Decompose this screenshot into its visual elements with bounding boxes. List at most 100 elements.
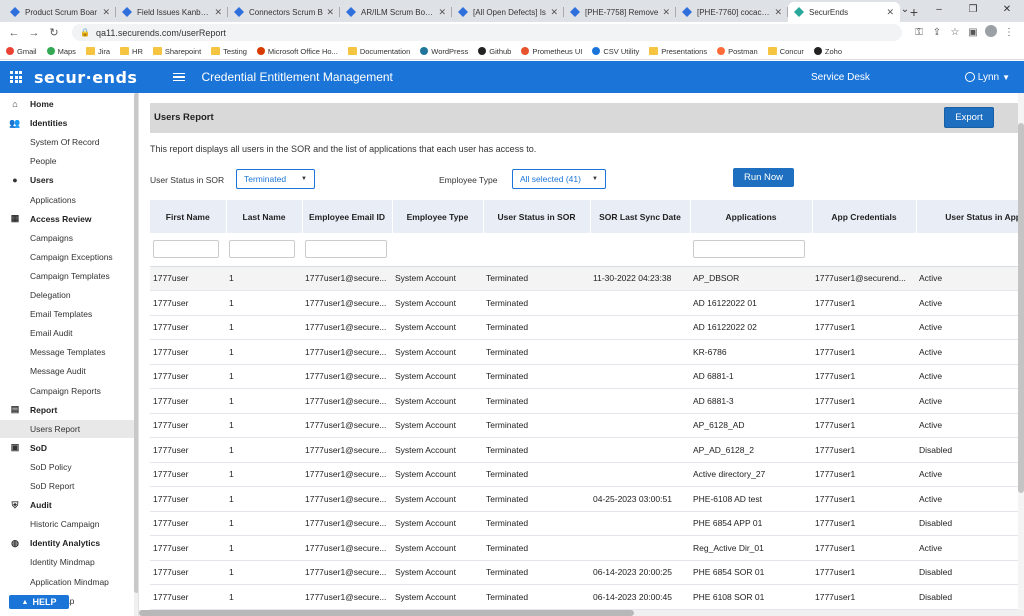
back-icon[interactable]: ←: [6, 27, 22, 39]
column-header[interactable]: First Name: [150, 200, 227, 233]
sidebar-item-email-templates[interactable]: Email Templates: [0, 305, 134, 323]
menu-icon[interactable]: ⋮: [1000, 27, 1018, 38]
sidebar-item-identity-mindmap[interactable]: Identity Mindmap: [0, 553, 134, 571]
bookmark-item[interactable]: Sharepoint: [152, 47, 201, 56]
browser-tab[interactable]: [PHE-7758] Remove ✕: [564, 2, 676, 22]
close-tab-icon[interactable]: ✕: [550, 7, 558, 18]
email-filter-input[interactable]: [305, 240, 387, 259]
sidebar-item-sod-report[interactable]: SoD Report: [0, 477, 134, 495]
table-row[interactable]: 1777user 1 1777user1@secure... System Accou…: [150, 584, 1024, 610]
column-header[interactable]: Employee Type: [392, 200, 484, 233]
table-row[interactable]: 1777user 1 1777user1@secure... System Accou…: [150, 535, 1024, 561]
employee-type-select[interactable]: All selected (41) ▼: [512, 169, 606, 189]
sidebar-item-access-review[interactable]: ▦ Access Review: [0, 210, 134, 228]
column-header[interactable]: User Status in SOR: [483, 200, 591, 233]
bookmark-item[interactable]: Postman: [717, 47, 758, 56]
browser-tab[interactable]: Connectors Scrum B ✕: [228, 2, 340, 22]
close-tab-icon[interactable]: ✕: [662, 7, 670, 18]
close-tab-icon[interactable]: ✕: [214, 7, 222, 18]
column-header[interactable]: Applications: [690, 200, 813, 233]
apps-grid-icon[interactable]: [10, 71, 26, 83]
sidebar-item-application-mindmap[interactable]: Application Mindmap: [0, 573, 134, 591]
bookmark-item[interactable]: Jira: [85, 47, 110, 56]
sidebar-item-campaign-exceptions[interactable]: Campaign Exceptions: [0, 248, 134, 266]
last-name-filter-input[interactable]: [229, 240, 295, 259]
bookmark-item[interactable]: Zoho: [813, 47, 842, 56]
bookmark-item[interactable]: CSV Utility: [592, 47, 639, 56]
sidebar-item-identities[interactable]: 👥 Identities: [0, 114, 134, 132]
bookmark-item[interactable]: Concur: [767, 47, 804, 56]
browser-tab[interactable]: SecurEnds ✕: [788, 2, 900, 22]
star-icon[interactable]: ☆: [946, 27, 964, 38]
table-row[interactable]: 1777user 1 1777user1@secure... System Accou…: [150, 413, 1024, 438]
table-row[interactable]: 1777user 1 1777user1@secure... System Accou…: [150, 462, 1024, 487]
hamburger-menu-icon[interactable]: [173, 71, 186, 84]
run-now-button[interactable]: Run Now: [733, 168, 794, 187]
bookmark-item[interactable]: WordPress: [420, 47, 468, 56]
sidebar-item-system-of-record[interactable]: System Of Record: [0, 133, 134, 151]
sidebar-item-delegation[interactable]: Delegation: [0, 286, 134, 304]
sidebar-item-historic-campaign[interactable]: Historic Campaign: [0, 515, 134, 533]
sidebar-item-campaigns[interactable]: Campaigns: [0, 229, 134, 247]
user-status-select[interactable]: Terminated ▼: [236, 169, 315, 189]
service-desk-link[interactable]: Service Desk: [811, 72, 870, 83]
url-field[interactable]: 🔒 qa11.securends.com/userReport: [72, 24, 902, 41]
applications-filter-input[interactable]: [693, 240, 805, 259]
sidebar-item-identity-analytics[interactable]: ◍ Identity Analytics: [0, 534, 134, 552]
table-row[interactable]: 1777user 1 1777user1@secure... System Accou…: [150, 290, 1024, 316]
sidebar-item-audit[interactable]: ⛨ Audit: [0, 496, 134, 514]
table-row[interactable]: 1777user 1 1777user1@secure... System Accou…: [150, 315, 1024, 340]
sidebar-item-home[interactable]: ⌂ Home: [0, 95, 134, 113]
bookmark-item[interactable]: Github: [478, 47, 511, 56]
table-row[interactable]: 1777user 1 1777user1@secure... System Accou…: [150, 266, 1024, 291]
help-button[interactable]: ▲ HELP: [9, 595, 69, 609]
user-menu[interactable]: Lynn ▼: [964, 72, 1010, 83]
bookmark-item[interactable]: HR: [120, 47, 143, 56]
close-tab-icon[interactable]: ✕: [326, 7, 334, 18]
close-tab-icon[interactable]: ✕: [438, 7, 446, 18]
reload-icon[interactable]: ↻: [46, 26, 62, 39]
browser-tab[interactable]: Field Issues Kanban B ✕: [116, 2, 228, 22]
sidebar-item-report[interactable]: ▤ Report: [0, 401, 134, 419]
table-row[interactable]: 1777user 1 1777user1@secure... System Accou…: [150, 364, 1024, 389]
share-icon[interactable]: ⇪: [928, 27, 946, 38]
minimize-icon[interactable]: –: [922, 0, 956, 22]
first-name-filter-input[interactable]: [153, 240, 219, 259]
table-row[interactable]: 1777user 1 1777user1@secure... System Accou…: [150, 511, 1024, 536]
bookmark-item[interactable]: Presentations: [649, 47, 707, 56]
bookmark-item[interactable]: Gmail: [6, 47, 37, 56]
restore-icon[interactable]: ❐: [956, 0, 990, 22]
table-horizontal-scrollbar[interactable]: [139, 610, 1024, 616]
column-header[interactable]: App Credentials: [812, 200, 917, 233]
sidebar-item-sod[interactable]: ▣ SoD: [0, 439, 134, 457]
column-header[interactable]: User Status in Application: [916, 200, 1024, 233]
sidebar-item-sod-policy[interactable]: SoD Policy: [0, 458, 134, 476]
securends-logo[interactable]: secur·ends: [34, 68, 137, 87]
table-row[interactable]: 1777user 1 1777user1@secure... System Accou…: [150, 339, 1024, 365]
bookmark-item[interactable]: Documentation: [347, 47, 410, 56]
sidebar-item-users[interactable]: ● Users: [0, 171, 134, 189]
table-row[interactable]: 1777user 1 1777user1@secure... System Accou…: [150, 437, 1024, 463]
sidepanel-icon[interactable]: ▣: [964, 27, 982, 38]
browser-tab[interactable]: AR/ILM Scrum Board ✕: [340, 2, 452, 22]
column-header[interactable]: Last Name: [226, 200, 303, 233]
close-tab-icon[interactable]: ✕: [102, 7, 110, 18]
profile-icon[interactable]: [982, 25, 1000, 40]
browser-tab[interactable]: [PHE-7760] cocacola ✕: [676, 2, 788, 22]
bookmark-item[interactable]: Maps: [46, 47, 76, 56]
column-header[interactable]: Employee Email ID: [302, 200, 393, 233]
sidebar-item-message-audit[interactable]: Message Audit: [0, 362, 134, 380]
close-window-icon[interactable]: ✕: [990, 0, 1024, 22]
bookmark-item[interactable]: Prometheus UI: [521, 47, 582, 56]
sidebar-item-email-audit[interactable]: Email Audit: [0, 324, 134, 342]
sidebar-item-applications[interactable]: Applications: [0, 191, 134, 209]
table-row[interactable]: 1777user 1 1777user1@secure... System Accou…: [150, 560, 1024, 585]
export-button[interactable]: Export: [944, 107, 994, 128]
tab-search-icon[interactable]: ⌄: [888, 0, 922, 22]
close-tab-icon[interactable]: ✕: [774, 7, 782, 18]
page-vertical-scrollbar[interactable]: [1018, 93, 1024, 616]
key-icon[interactable]: ⚿: [910, 27, 928, 38]
bookmark-item[interactable]: Testing: [211, 47, 247, 56]
sidebar-item-message-templates[interactable]: Message Templates: [0, 343, 134, 361]
browser-tab[interactable]: Product Scrum Boar ✕: [4, 2, 116, 22]
